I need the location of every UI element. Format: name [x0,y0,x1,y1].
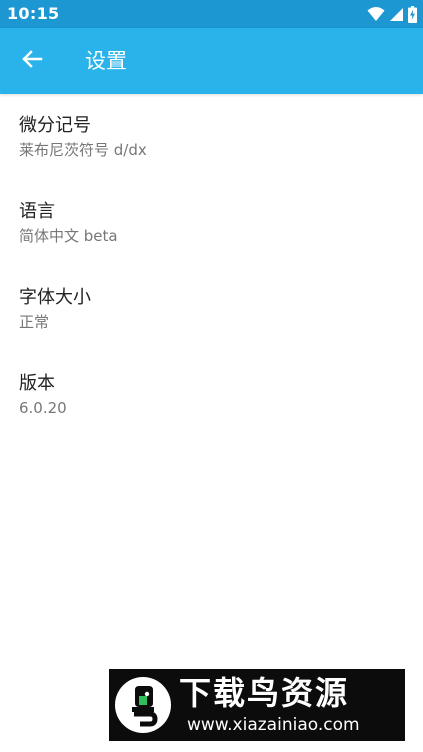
setting-title: 字体大小 [19,287,91,308]
battery-charging-icon [408,5,417,23]
status-bar: 10:15 [0,0,423,28]
setting-version[interactable]: 版本 6.0.20 [0,352,423,438]
setting-title: 语言 [19,201,55,222]
settings-list: 微分记号 莱布尼茨符号 d/dx 语言 简体中文 beta 字体大小 正常 版本… [0,94,423,438]
setting-value: 莱布尼茨符号 d/dx [19,141,147,159]
setting-value: 正常 [19,313,50,331]
wifi-icon [367,6,385,22]
watermark-url: www.xiazainiao.com [187,715,360,735]
settings-screen: 10:15 设置 微分记号 莱布尼茨符号 d/dx 语言 简体中文 beta 字… [0,0,423,752]
page-title: 设置 [85,49,127,73]
watermark: 下载鸟资源 www.xiazainiao.com [109,669,405,741]
setting-value: 6.0.20 [19,399,67,417]
setting-font-size[interactable]: 字体大小 正常 [0,266,423,352]
setting-value: 简体中文 beta [19,227,118,245]
setting-title: 微分记号 [19,115,91,136]
status-icons [367,5,417,23]
bird-logo-icon [114,676,172,734]
watermark-title: 下载鸟资源 [179,674,350,712]
status-time: 10:15 [7,4,60,23]
setting-differential-notation[interactable]: 微分记号 莱布尼茨符号 d/dx [0,94,423,180]
app-bar: 设置 [0,28,423,94]
arrow-left-icon [21,48,43,74]
back-button[interactable] [12,41,52,81]
setting-title: 版本 [19,373,55,394]
setting-language[interactable]: 语言 简体中文 beta [0,180,423,266]
cellular-signal-icon [389,7,404,22]
